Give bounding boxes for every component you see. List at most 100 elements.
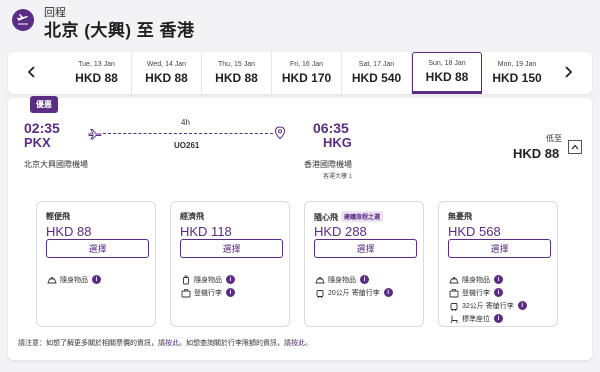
fare-feature: 登機行李 i [180, 287, 235, 298]
lowest-price: HKD 88 [513, 146, 560, 161]
fare-name-text: 隨心飛 [314, 213, 338, 222]
collapse-fares-button[interactable] [568, 140, 582, 154]
chevron-left-icon [27, 66, 35, 78]
fare-feature-text: 20公斤 寄艙行李 [328, 289, 380, 297]
date-label: Fri, 16 Jan [289, 61, 324, 68]
personal-item-icon [314, 274, 325, 285]
fare-feature: 隨身物品 i [180, 274, 235, 285]
arrival-time: 06:35 [313, 120, 349, 136]
date-price: HKD 88 [75, 71, 118, 85]
date-option[interactable]: Sat, 17 Jan HKD 540 [342, 52, 412, 94]
lowest-label: 低至 [546, 134, 562, 143]
date-option[interactable]: Tue, 13 Jan HKD 88 [62, 52, 132, 94]
info-icon[interactable]: i [226, 288, 235, 297]
flight-duration: 4h [181, 118, 190, 127]
baggage-icon [448, 287, 459, 298]
location-pin-icon [274, 126, 286, 145]
departure-airport: 北京大興國際機場 [24, 160, 88, 169]
info-icon[interactable]: i [494, 275, 503, 284]
fare-price: HKD 88 [46, 224, 92, 239]
select-fare-button[interactable]: 選擇 [314, 239, 417, 258]
plane-takeoff-icon [88, 127, 102, 145]
fare-feature-text: 隨身物品 [462, 276, 490, 284]
date-price: HKD 88 [215, 71, 258, 85]
fare-feature: 32公斤 寄艙行李 i [448, 300, 527, 311]
arrival-airport: 香港國際機場 [304, 160, 352, 169]
date-list: Tue, 13 Jan HKD 88 Wed, 14 Jan HKD 88 Thu,… [62, 52, 554, 94]
flight-number: UO261 [174, 141, 200, 150]
personal-item-icon [46, 274, 57, 285]
page-title: 北京 (大興) 至 香港 [44, 21, 195, 40]
fare-feature-text: 隨身物品 [194, 276, 222, 284]
departure-code: PKX [24, 135, 51, 150]
date-option[interactable]: Mon, 19 Jan HKD 150 [482, 52, 552, 94]
fare-price: HKD 118 [180, 224, 232, 239]
info-icon[interactable]: i [517, 301, 527, 310]
notice-text: 。 [305, 340, 312, 347]
fare-feature: 隨身物品 i [46, 274, 101, 285]
fare-price: HKD 568 [448, 224, 501, 239]
date-price: HKD 150 [492, 71, 542, 85]
page-header: 回程 北京 (大興) 至 香港 [0, 0, 600, 46]
date-label: Thu, 15 Jan [218, 61, 255, 68]
date-selector: Tue, 13 Jan HKD 88 Wed, 14 Jan HKD 88 Thu,… [8, 52, 592, 94]
date-option[interactable]: Fri, 16 Jan HKD 170 [272, 52, 342, 94]
date-price: HKD 88 [425, 70, 469, 84]
fare-name: 無憂飛 [448, 212, 472, 221]
date-label: Mon, 19 Jan [497, 61, 537, 68]
info-icon[interactable]: i [494, 288, 503, 297]
baggage-info-link[interactable]: 按此 [291, 340, 305, 347]
fare-option-flex: 隨心飛 建議旅程之選 HKD 288 選擇 隨身物品 i 20公斤 寄艙行李 i [304, 201, 424, 327]
arrival-terminal: 客運大樓 1 [323, 174, 353, 180]
date-label: Wed, 14 Jan [146, 61, 187, 68]
fare-info-link[interactable]: 按此 [165, 340, 179, 347]
notice-text: 。如想查詢關於行李限額的資訊，請 [179, 340, 291, 347]
info-icon[interactable]: i [494, 314, 503, 323]
info-icon[interactable]: i [360, 275, 369, 284]
fare-feature: 隨身物品 i [314, 274, 369, 285]
date-option[interactable]: Wed, 14 Jan HKD 88 [132, 52, 202, 94]
fare-option-economy: 經濟飛 HKD 118 選擇 隨身物品 i 登機行李 i [170, 201, 290, 327]
recommended-tag: 建議旅程之選 [341, 211, 384, 222]
fare-feature: 20公斤 寄艙行李 i [314, 287, 393, 298]
personal-item-icon [448, 274, 459, 285]
date-label: Tue, 13 Jan [78, 61, 115, 68]
fare-feature-text: 標準座位 [462, 315, 490, 323]
info-icon[interactable]: i [92, 275, 101, 284]
date-price: HKD 540 [351, 71, 402, 85]
checked-bag-icon [314, 287, 325, 298]
fare-notice: 請注意：如想了解更多關於相關票價的資訊，請按此。如想查詢關於行李限額的資訊，請按… [18, 338, 312, 348]
date-price: HKD 88 [145, 71, 188, 85]
next-dates-button[interactable] [558, 62, 578, 82]
fare-name: 隨心飛 建議旅程之選 [314, 211, 384, 223]
fare-option-lite: 輕便飛 HKD 88 選擇 隨身物品 i [36, 201, 156, 327]
carry-on-icon [180, 274, 191, 285]
route-line [103, 133, 273, 134]
chevron-up-icon [571, 144, 579, 150]
checked-bag-icon [448, 300, 459, 311]
fare-price: HKD 288 [314, 224, 367, 239]
chevron-right-icon [565, 66, 573, 78]
fare-feature: 登機行李 i [448, 287, 503, 298]
select-fare-button[interactable]: 選擇 [46, 239, 149, 258]
fare-feature-text: 登機行李 [194, 289, 222, 297]
select-fare-button[interactable]: 選擇 [180, 239, 283, 258]
info-icon[interactable]: i [226, 275, 235, 284]
fare-feature-text: 32公斤 寄艙行李 [462, 302, 514, 310]
notice-text: 請注意：如想了解更多關於相關票價的資訊，請 [18, 340, 165, 347]
fare-name: 經濟飛 [180, 212, 204, 221]
date-option[interactable]: Thu, 15 Jan HKD 88 [202, 52, 272, 94]
fare-option-premium: 無憂飛 HKD 568 選擇 隨身物品 i 登機行李 i 32公斤 寄艙行李 i… [438, 201, 558, 327]
fare-feature-text: 登機行李 [462, 289, 490, 297]
date-label: Sun, 18 Jan [428, 60, 466, 67]
info-icon[interactable]: i [383, 288, 393, 297]
fare-feature-text: 隨身物品 [328, 276, 356, 284]
flight-card: 優惠 02:35 PKX 北京大興國際機場 4h UO261 06:35 HKG… [8, 96, 592, 360]
prev-dates-button[interactable] [22, 62, 42, 82]
departure-time: 02:35 [24, 120, 60, 136]
select-fare-button[interactable]: 選擇 [448, 239, 551, 258]
date-option-selected[interactable]: Sun, 18 Jan HKD 88 [412, 52, 482, 94]
baggage-icon [180, 287, 191, 298]
seat-icon [448, 313, 459, 324]
promo-badge: 優惠 [30, 96, 58, 113]
